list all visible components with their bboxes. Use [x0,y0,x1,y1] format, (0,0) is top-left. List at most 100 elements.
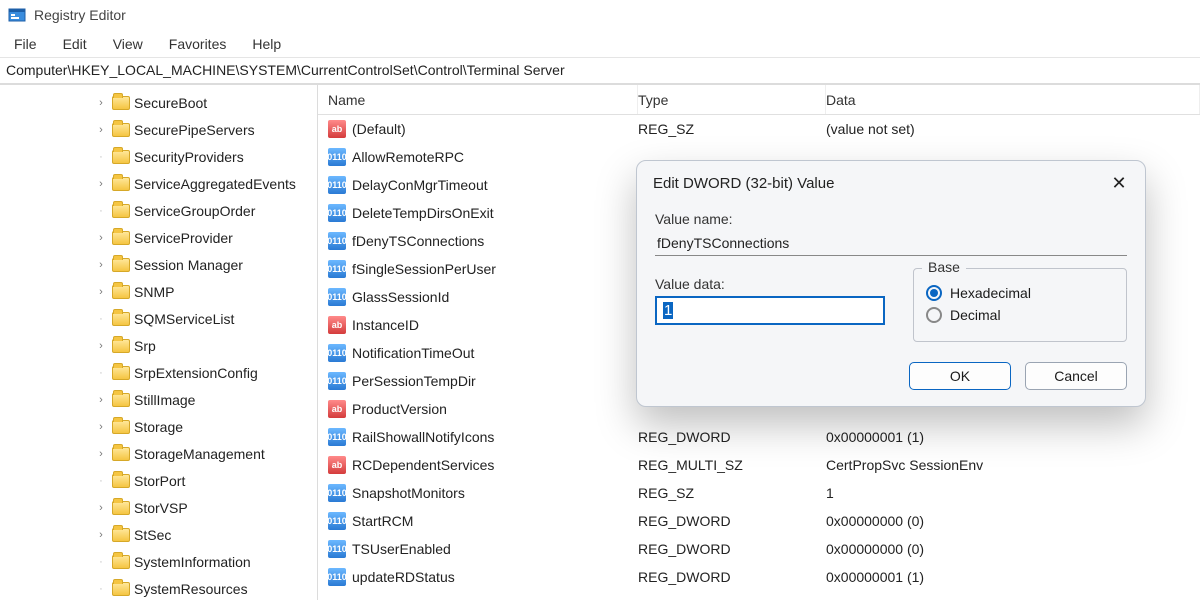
menu-edit[interactable]: Edit [63,36,87,52]
reg-dword-icon: 0110 [328,204,346,222]
value-name: DelayConMgrTimeout [352,177,488,193]
tree-item[interactable]: ›SNMP [4,278,317,305]
tree-item[interactable]: › ServiceProvider [4,224,317,251]
value-data: CertPropSvc SessionEnv [826,457,1200,473]
tree-item[interactable]: ·StorPort [4,467,317,494]
value-row[interactable]: 0110updateRDStatusREG_DWORD0x00000001 (1… [318,563,1200,591]
tree-item[interactable]: › StSec [4,521,317,548]
reg-dword-icon: 0110 [328,288,346,306]
folder-icon [112,258,130,272]
value-row[interactable]: 0110SnapshotMonitorsREG_SZ1 [318,479,1200,507]
menu-file[interactable]: File [14,36,37,52]
tree-item[interactable]: ›StorageManagement [4,440,317,467]
tree-item-label: StorVSP [134,500,188,516]
tree-item[interactable]: ·SrpExtensionConfig [4,359,317,386]
folder-icon [112,96,130,110]
radio-decimal[interactable]: Decimal [926,307,1114,323]
chevron-right-icon[interactable]: › [94,259,108,271]
tree-item-label: SecurityProviders [134,149,244,165]
folder-icon [112,204,130,218]
tree-item[interactable]: ›SecureBoot [4,89,317,116]
reg-dword-icon: 0110 [328,344,346,362]
radio-hexadecimal[interactable]: Hexadecimal [926,285,1114,301]
chevron-right-icon[interactable]: › [94,421,108,433]
value-data: (value not set) [826,121,1200,137]
tree-item[interactable]: ›StillImage [4,386,317,413]
chevron-right-icon[interactable]: › [94,124,108,136]
value-type: REG_SZ [638,121,826,137]
chevron-right-icon[interactable]: › [94,97,108,109]
tree-item[interactable]: › Srp [4,332,317,359]
tree-item-label: ServiceGroupOrder [134,203,255,219]
value-data: 0x00000000 (0) [826,541,1200,557]
chevron-right-icon[interactable]: › [94,448,108,460]
tree-item[interactable]: ·ServiceGroupOrder [4,197,317,224]
tree-pane[interactable]: ›SecureBoot›SecurePipeServers·SecurityPr… [0,85,318,600]
menu-help[interactable]: Help [252,36,281,52]
chevron-right-icon[interactable]: › [94,340,108,352]
value-name: InstanceID [352,317,419,333]
tree-item[interactable]: ·SystemResources [4,575,317,600]
tree-item[interactable]: › SecurePipeServers [4,116,317,143]
folder-icon [112,366,130,380]
col-header-data[interactable]: Data [826,85,1200,114]
tree-item-label: Srp [134,338,156,354]
edit-dword-dialog: Edit DWORD (32-bit) Value ✕ Value name: … [636,160,1146,407]
reg-string-icon: ab [328,400,346,418]
value-name: StartRCM [352,513,413,529]
chevron-right-icon[interactable]: › [94,394,108,406]
reg-dword-icon: 0110 [328,428,346,446]
tree-item-label: ServiceProvider [134,230,233,246]
value-data: 0x00000001 (1) [826,429,1200,445]
menu-favorites[interactable]: Favorites [169,36,227,52]
tree-item-label: SecurePipeServers [134,122,255,138]
chevron-right-icon[interactable]: › [94,178,108,190]
radio-dec-label: Decimal [950,307,1001,323]
value-data: 0x00000000 (0) [826,513,1200,529]
value-row[interactable]: 0110RailShowallNotifyIconsREG_DWORD0x000… [318,423,1200,451]
value-name-field[interactable] [655,231,1127,256]
reg-dword-icon: 0110 [328,568,346,586]
ok-button[interactable]: OK [909,362,1011,390]
reg-string-icon: ab [328,316,346,334]
folder-icon [112,474,130,488]
tree-item[interactable]: ·SystemInformation [4,548,317,575]
address-bar[interactable]: Computer\HKEY_LOCAL_MACHINE\SYSTEM\Curre… [0,58,1200,84]
value-row[interactable]: 0110StartRCMREG_DWORD0x00000000 (0) [318,507,1200,535]
tree-item[interactable]: ·SecurityProviders [4,143,317,170]
value-name: AllowRemoteRPC [352,149,464,165]
value-row[interactable]: 0110TSUserEnabledREG_DWORD0x00000000 (0) [318,535,1200,563]
value-type: REG_DWORD [638,541,826,557]
tree-item[interactable]: › Storage [4,413,317,440]
tree-item-label: Storage [134,419,183,435]
value-data-label: Value data: [655,276,885,292]
tree-item[interactable]: ›Session Manager [4,251,317,278]
close-icon[interactable]: ✕ [1109,173,1129,193]
tree-item[interactable]: ›ServiceAggregatedEvents [4,170,317,197]
tree-item[interactable]: ·SQMServiceList [4,305,317,332]
menu-view[interactable]: View [113,36,143,52]
folder-icon [112,150,130,164]
value-data-field[interactable]: 1 [655,296,885,325]
cancel-button[interactable]: Cancel [1025,362,1127,390]
chevron-right-icon[interactable]: › [94,232,108,244]
col-header-name[interactable]: Name [318,85,638,114]
folder-icon [112,582,130,596]
reg-dword-icon: 0110 [328,176,346,194]
chevron-right-icon[interactable]: › [94,529,108,541]
value-name: NotificationTimeOut [352,345,474,361]
chevron-right-icon[interactable]: › [94,502,108,514]
folder-icon [112,231,130,245]
tree-item[interactable]: › StorVSP [4,494,317,521]
folder-icon [112,528,130,542]
reg-dword-icon: 0110 [328,484,346,502]
tree-item-label: StSec [134,527,171,543]
col-header-type[interactable]: Type [638,85,826,114]
value-type: REG_SZ [638,485,826,501]
base-label: Base [922,259,966,275]
value-row[interactable]: abRCDependentServicesREG_MULTI_SZCertPro… [318,451,1200,479]
folder-icon [112,339,130,353]
chevron-right-icon[interactable]: › [94,286,108,298]
value-row[interactable]: ab(Default)REG_SZ(value not set) [318,115,1200,143]
base-fieldset: Base Hexadecimal Decimal [913,268,1127,342]
